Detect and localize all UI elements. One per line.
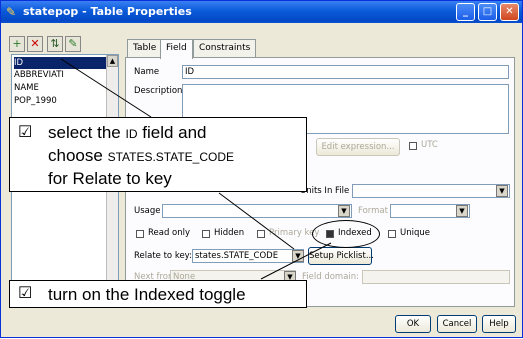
move-field-icon[interactable]: ⇅ [47, 36, 63, 52]
callout-text-segment: select the [48, 123, 121, 142]
unique-label: Unique [400, 228, 430, 238]
callout-text-segment: field and [142, 123, 207, 142]
relate-to-key-field[interactable]: states.STATE_CODE [192, 249, 304, 263]
utc-checkbox[interactable] [409, 142, 417, 150]
tab-constraints[interactable]: Constraints [193, 39, 257, 58]
app-icon: ✎ [6, 5, 17, 19]
relate-to-key-label: Relate to key: [134, 251, 192, 261]
chevron-down-icon[interactable]: ▼ [292, 250, 304, 262]
cancel-button[interactable]: Cancel [437, 315, 477, 333]
maximize-button[interactable]: □ [478, 3, 497, 21]
primary-key-checkbox[interactable] [257, 230, 265, 238]
hidden-checkbox[interactable] [202, 230, 210, 238]
callout-text: choose STATES.STATE_CODE [48, 146, 234, 167]
title-bar: ✎ statepop - Table Properties _ □ ✕ [1, 1, 522, 23]
field-toolbar: + ✕ ⇅ ✎ [9, 36, 99, 52]
checkbox-icon: ☑ [18, 285, 33, 302]
format-label: Format [358, 206, 388, 216]
close-button[interactable]: ✕ [500, 3, 519, 21]
usage-field[interactable] [162, 204, 352, 218]
list-item[interactable]: POP_1990 [14, 95, 106, 107]
edit-field-icon[interactable]: ✎ [65, 36, 81, 52]
list-item[interactable]: NAME [14, 82, 106, 94]
unique-checkbox[interactable] [388, 230, 396, 238]
tab-field[interactable]: Field [160, 39, 193, 59]
window-title: statepop - Table Properties [23, 5, 192, 18]
indexed-highlight-ellipse [312, 220, 380, 248]
help-button[interactable]: Help [482, 315, 516, 333]
utc-label: UTC [421, 140, 438, 150]
indexed-toggle-callout: ☑ turn on the Indexed toggle [9, 280, 307, 308]
read-only-label: Read only [148, 228, 191, 238]
name-label: Name [134, 67, 160, 77]
units-in-file-field[interactable] [352, 184, 510, 198]
callout-field-name: ID [125, 127, 138, 141]
name-field[interactable]: ID [182, 65, 509, 79]
scroll-up-icon[interactable]: ▲ [107, 55, 118, 67]
edit-expression-button[interactable]: Edit expression... [316, 138, 400, 156]
callout-text: for Relate to key [48, 169, 172, 188]
usage-label: Usage [134, 206, 161, 216]
add-field-icon[interactable]: + [9, 36, 25, 52]
delete-field-icon[interactable]: ✕ [27, 36, 43, 52]
list-item[interactable]: ID [14, 57, 106, 69]
callout-key-name: STATES.STATE_CODE [107, 150, 235, 164]
units-in-file-label: Units In File [300, 186, 350, 196]
chevron-down-icon[interactable]: ▼ [338, 205, 350, 217]
checkbox-icon: ☑ [18, 124, 33, 141]
minimize-button[interactable]: _ [456, 3, 475, 21]
list-item[interactable]: ABBREVIATI [14, 69, 106, 81]
select-id-callout: ☑ select the ID field and choose STATES.… [9, 117, 307, 192]
setup-picklist-button[interactable]: Setup Picklist... [308, 247, 374, 265]
field-domain-field[interactable] [362, 270, 510, 284]
callout-text-segment: choose [48, 146, 103, 165]
tab-table[interactable]: Table [127, 39, 163, 58]
table-properties-window: ✎ statepop - Table Properties _ □ ✕ + ✕ … [0, 0, 523, 338]
callout-text: select the ID field and [48, 123, 207, 144]
callout-text: turn on the Indexed toggle [48, 285, 246, 304]
read-only-checkbox[interactable] [136, 230, 144, 238]
ok-button[interactable]: OK [395, 315, 431, 333]
description-label: Description [134, 86, 183, 96]
chevron-down-icon[interactable]: ▼ [456, 205, 468, 217]
hidden-label: Hidden [214, 228, 245, 238]
chevron-down-icon[interactable]: ▼ [496, 185, 508, 197]
field-domain-label: Field domain: [302, 272, 360, 282]
